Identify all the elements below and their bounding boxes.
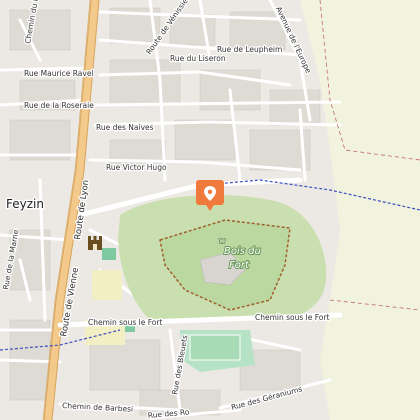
label-chemin-sous-le-fort-1: Chemin sous le Fort — [88, 318, 162, 327]
label-rue-maurice-ravel: Rue Maurice Ravel — [24, 69, 94, 78]
activity-zone — [92, 270, 122, 300]
label-town: Feyzin — [6, 197, 44, 211]
label-rue-de-la-roseraie: Rue de la Roseraie — [24, 101, 94, 110]
label-rue-de-leupheim: Rue de Leupheim — [217, 45, 282, 54]
label-park-line1: Bois du — [224, 246, 261, 257]
map-view[interactable]: Route de Vienne Route de Lyon Rue Mauric… — [0, 0, 420, 420]
green-plot-2 — [102, 248, 116, 260]
label-rue-du-liseron: Rue du Liseron — [170, 54, 226, 63]
label-chemin-sous-le-fort-2: Chemin sous le Fort — [255, 313, 329, 322]
label-rue-victor-hugo: Rue Victor Hugo — [106, 163, 167, 172]
sport-field — [189, 334, 241, 361]
label-rue-des-naives: Rue des Naives — [96, 123, 154, 132]
label-park-line2: Fort — [229, 260, 250, 271]
fort-icon[interactable] — [88, 236, 102, 250]
fort-symbol-icon: ⛫ — [218, 237, 226, 247]
